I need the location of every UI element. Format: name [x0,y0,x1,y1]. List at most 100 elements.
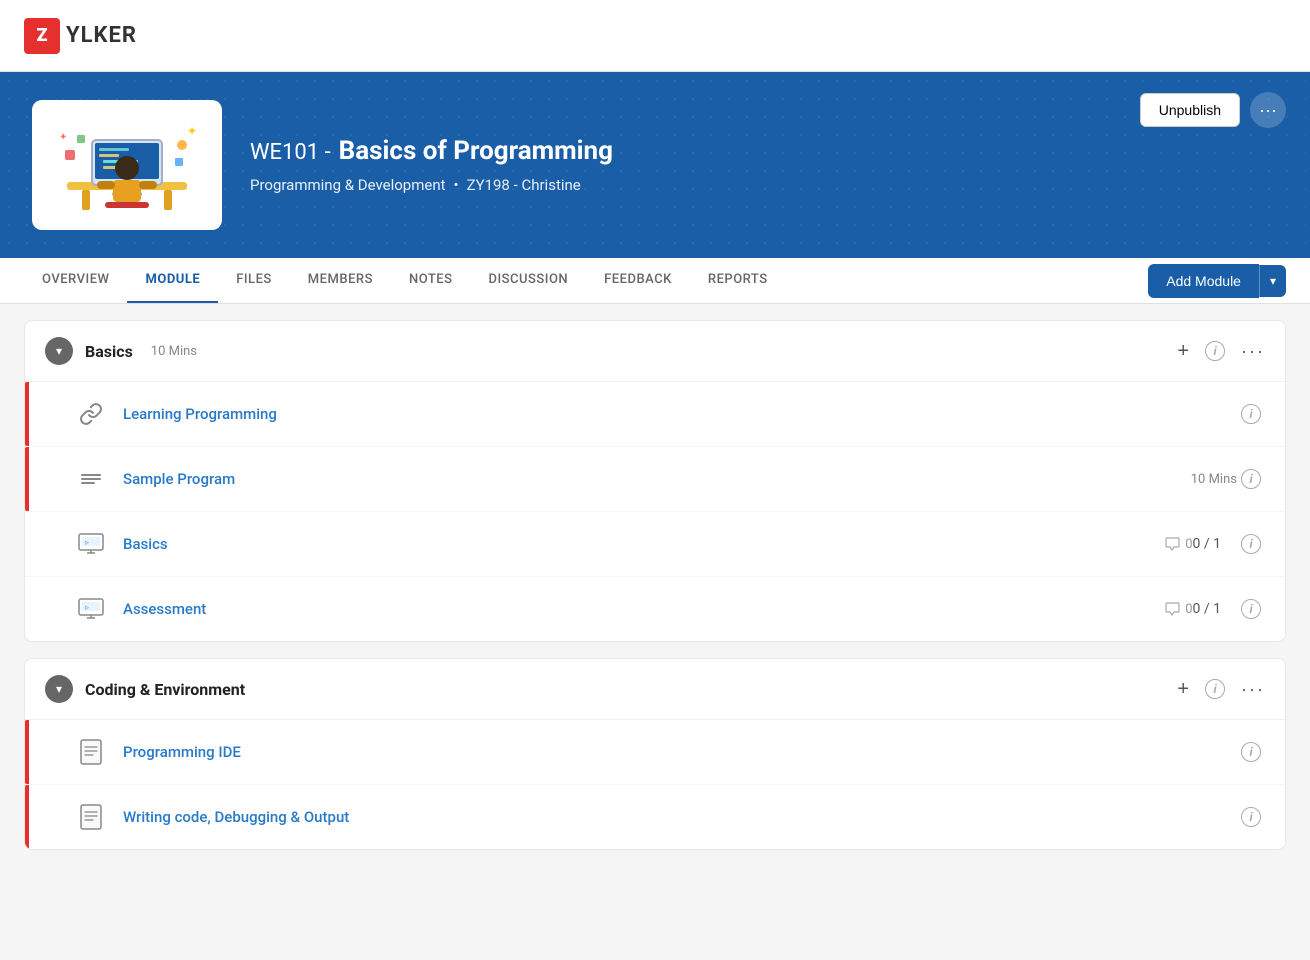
banner-info: WE101 - Basics of Programming Programmin… [250,136,1278,194]
logo-text: YLKER [66,23,137,48]
top-bar: Z YLKER [0,0,1310,72]
info-icon: i [1205,679,1225,699]
course-category: Programming & Development [250,176,446,194]
item-learning-programming-info-button[interactable]: i [1237,400,1265,428]
plus-icon: + [1177,678,1189,701]
add-module-chevron-button[interactable]: ▾ [1259,265,1286,297]
item-assessment-title[interactable]: Assessment [123,600,1153,618]
item-sample-program-info-button[interactable]: i [1237,465,1265,493]
monitor-icon: ▷ [73,526,109,562]
module-basics-more-button[interactable]: ··· [1241,341,1265,362]
info-icon: i [1241,469,1261,489]
tab-feedback[interactable]: FEEDBACK [586,258,690,303]
tabs-actions: Add Module ▾ [1148,264,1286,298]
item-accent-bar [25,720,29,784]
svg-text:▷: ▷ [85,605,89,611]
item-assessment-score: 0 / 1 [1193,601,1221,617]
module-basics-header: ▾ Basics 10 Mins + i ··· [25,321,1285,382]
item-sample-program-duration: 10 Mins [1191,472,1237,487]
item-accent-bar [25,382,29,446]
tab-reports[interactable]: REPORTS [690,258,786,303]
item-programming-ide: Programming IDE i [25,720,1285,785]
module-coding-more-button[interactable]: ··· [1241,679,1265,700]
module-coding-add-button[interactable]: + [1177,678,1189,701]
item-assessment-comment: 0 [1165,602,1192,617]
item-writing-code-title[interactable]: Writing code, Debugging & Output [123,808,1237,826]
module-coding-header: ▾ Coding & Environment + i ··· [25,659,1285,720]
item-assessment: ▷ Assessment 0 0 / 1 i [25,577,1285,641]
svg-text:✦: ✦ [187,124,197,138]
item-writing-code: Writing code, Debugging & Output i [25,785,1285,849]
info-icon: i [1241,534,1261,554]
more-horiz-icon: ··· [1241,679,1265,700]
module-coding-info-button[interactable]: i [1205,679,1225,699]
info-icon: i [1241,404,1261,424]
module-basics-info-button[interactable]: i [1205,341,1225,361]
svg-text:▷: ▷ [85,540,89,546]
item-programming-ide-title[interactable]: Programming IDE [123,743,1237,761]
logo: Z YLKER [24,18,137,54]
item-accent-bar [25,785,29,849]
item-writing-code-info-button[interactable]: i [1237,803,1265,831]
tabs-bar: OVERVIEW MODULE FILES MEMBERS NOTES DISC… [0,258,1310,304]
module-basics: ▾ Basics 10 Mins + i ··· [24,320,1286,642]
info-icon: i [1205,341,1225,361]
plus-icon: + [1177,340,1189,363]
add-module-button[interactable]: Add Module [1148,264,1259,298]
item-accent-bar [25,447,29,511]
tab-module[interactable]: MODULE [127,258,218,303]
module-coding-actions: + i ··· [1177,678,1265,701]
chevron-down-icon: ▾ [1270,274,1276,288]
lines-icon [73,461,109,497]
item-basics-comment-count: 0 [1185,537,1192,552]
course-banner: ✦ ✦ WE101 - Basics of Programming Progra… [0,72,1310,258]
unpublish-button[interactable]: Unpublish [1140,93,1240,127]
info-icon: i [1241,807,1261,827]
meta-separator: • [454,176,459,194]
item-learning-programming-title[interactable]: Learning Programming [123,405,1237,423]
module-coding-collapse-button[interactable]: ▾ [45,675,73,703]
course-thumbnail: ✦ ✦ [32,100,222,230]
item-basics-score: 0 / 1 [1193,536,1221,552]
module-basics-actions: + i ··· [1177,340,1265,363]
item-basics-lesson: ▷ Basics 0 0 / 1 i [25,512,1285,577]
content-area: ▾ Basics 10 Mins + i ··· [0,304,1310,882]
tab-files[interactable]: FILES [218,258,290,303]
banner-actions: Unpublish ··· [1140,92,1286,128]
svg-text:✦: ✦ [59,132,67,143]
course-meta: Programming & Development • ZY198 - Chri… [250,176,1278,194]
tab-members[interactable]: MEMBERS [290,258,391,303]
doc-lines-icon [73,734,109,770]
more-dots-icon: ··· [1259,100,1277,121]
logo-icon: Z [24,18,60,54]
link-icon [73,396,109,432]
item-sample-program-title[interactable]: Sample Program [123,470,1181,488]
item-assessment-info-button[interactable]: i [1237,595,1265,623]
tab-discussion[interactable]: DISCUSSION [470,258,586,303]
module-coding-name: Coding & Environment [85,680,245,699]
item-learning-programming: Learning Programming i [25,382,1285,447]
tab-notes[interactable]: NOTES [391,258,471,303]
item-basics-lesson-title[interactable]: Basics [123,535,1153,553]
monitor-assessment-icon: ▷ [73,591,109,627]
module-basics-add-button[interactable]: + [1177,340,1189,363]
item-basics-comment: 0 [1165,537,1192,552]
doc-lines2-icon [73,799,109,835]
tab-overview[interactable]: OVERVIEW [24,258,127,303]
info-icon: i [1241,742,1261,762]
more-horiz-icon: ··· [1241,341,1265,362]
module-coding-environment: ▾ Coding & Environment + i ··· [24,658,1286,850]
module-basics-name: Basics [85,342,133,361]
module-basics-duration: 10 Mins [151,344,197,359]
module-basics-collapse-button[interactable]: ▾ [45,337,73,365]
more-options-button[interactable]: ··· [1250,92,1286,128]
course-title: Basics of Programming [339,136,613,166]
course-code: WE101 - [250,140,331,165]
item-basics-lesson-info-button[interactable]: i [1237,530,1265,558]
chevron-down-icon: ▾ [56,682,62,696]
chevron-down-icon: ▾ [56,344,62,358]
course-instructor: ZY198 - Christine [467,176,581,194]
item-programming-ide-info-button[interactable]: i [1237,738,1265,766]
course-code-line: WE101 - Basics of Programming [250,136,1278,166]
item-sample-program: Sample Program 10 Mins i [25,447,1285,512]
